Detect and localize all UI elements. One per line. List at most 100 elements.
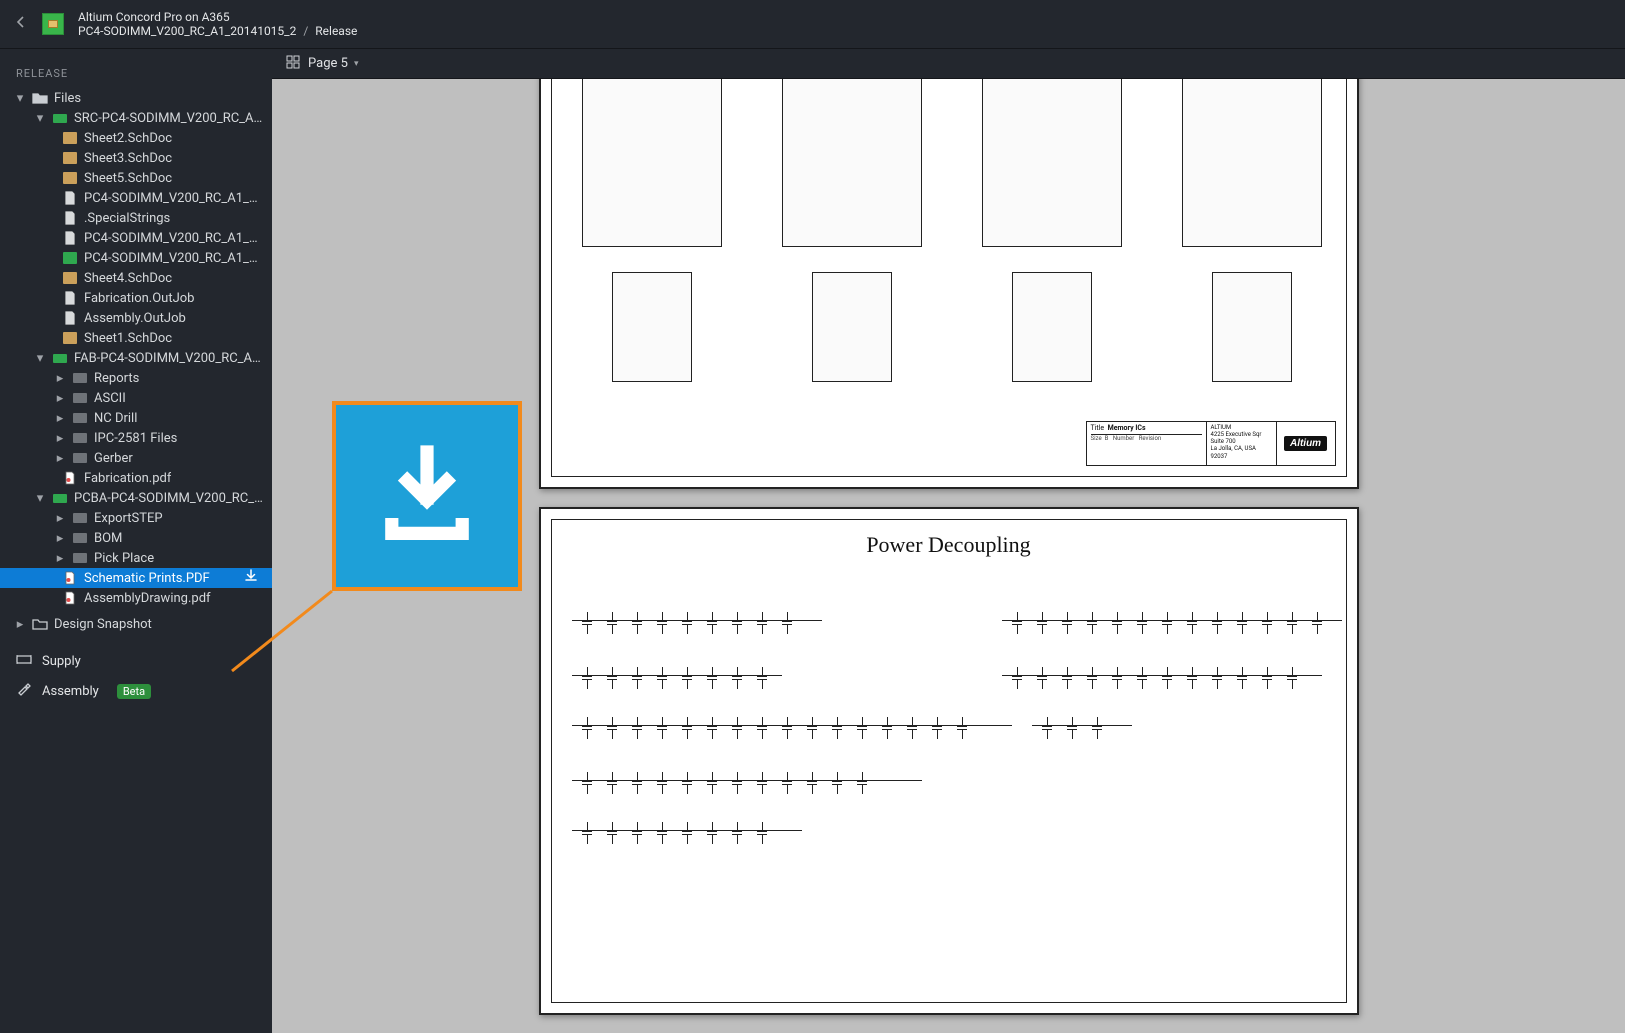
folder-open-icon	[32, 91, 48, 105]
sidebar-item[interactable]: ▸Pick Place	[0, 548, 272, 568]
sidebar-item[interactable]: ▸Gerber	[0, 448, 272, 468]
capacitor-symbol	[607, 822, 617, 844]
capacitor-symbol	[632, 717, 642, 739]
capacitor-symbol	[957, 717, 967, 739]
breadcrumb-page: Release	[315, 24, 357, 38]
chevron-left-icon	[14, 15, 28, 29]
chevron-right-icon: ▸	[54, 371, 66, 386]
nav-assembly[interactable]: Assembly Beta	[0, 676, 272, 706]
sidebar-group[interactable]: ▾ SRC-PC4-SODIMM_V200_RC_A1_201...	[0, 108, 272, 128]
sidebar-item[interactable]: Sheet4.SchDoc	[0, 268, 272, 288]
page-selector[interactable]: Page 5 ▾	[308, 56, 358, 71]
capacitor-symbol	[1012, 667, 1022, 689]
folder-icon	[72, 511, 88, 525]
capacitor-symbol	[1162, 612, 1172, 634]
capacitor-symbol	[1287, 612, 1297, 634]
capacitor-symbol	[732, 667, 742, 689]
capacitor-symbol	[582, 822, 592, 844]
page-grid-icon[interactable]	[286, 55, 300, 73]
pdf-page: Power Decoupling	[539, 507, 1359, 1015]
sidebar-item[interactable]: Assembly.OutJob	[0, 308, 272, 328]
capacitor-symbol	[732, 612, 742, 634]
back-button[interactable]	[14, 15, 28, 33]
assembly-icon	[16, 682, 32, 700]
sidebar-item[interactable]: Fabrication.OutJob	[0, 288, 272, 308]
sidebar-item-selected[interactable]: Schematic Prints.PDF	[0, 568, 272, 588]
sidebar-item[interactable]: Sheet1.SchDoc	[0, 328, 272, 348]
capacitor-symbol	[657, 667, 667, 689]
capacitor-symbol	[782, 772, 792, 794]
capacitor-symbol	[707, 717, 717, 739]
pdf-page: Title Memory ICs Size B Number Revision …	[539, 79, 1359, 489]
sidebar-item[interactable]: ▸IPC-2581 Files	[0, 428, 272, 448]
sidebar-item[interactable]: ▸BOM	[0, 528, 272, 548]
folder-icon	[52, 111, 68, 125]
sidebar-item[interactable]: ▸NC Drill	[0, 408, 272, 428]
sidebar-item[interactable]: .SpecialStrings	[0, 208, 272, 228]
capacitor-symbol	[682, 772, 692, 794]
download-icon	[372, 441, 482, 551]
capacitor-symbol	[1137, 612, 1147, 634]
pdf-icon	[62, 571, 78, 585]
sidebar-group[interactable]: ▾ PCBA-PC4-SODIMM_V200_RC_A1_20...	[0, 488, 272, 508]
app-logo	[42, 13, 64, 35]
capacitor-symbol	[582, 772, 592, 794]
sidebar-item[interactable]: Sheet3.SchDoc	[0, 148, 272, 168]
sidebar: RELEASE ▾ Files ▾ SRC-PC4-SODIMM_V200_RC…	[0, 49, 272, 1033]
capacitor-symbol	[1067, 717, 1077, 739]
capacitor-symbol	[1212, 612, 1222, 634]
schdoc-icon	[62, 151, 78, 165]
file-icon	[62, 311, 78, 325]
capacitor-symbol	[682, 822, 692, 844]
sidebar-root-files[interactable]: ▾ Files	[0, 88, 272, 108]
file-icon	[62, 211, 78, 225]
file-icon	[62, 291, 78, 305]
sidebar-item[interactable]: AssemblyDrawing.pdf	[0, 588, 272, 608]
capacitor-symbol	[657, 822, 667, 844]
capacitor-symbol	[1037, 612, 1047, 634]
capacitor-symbol	[1062, 667, 1072, 689]
capacitor-symbol	[1187, 667, 1197, 689]
sidebar-item[interactable]: PC4-SODIMM_V200_RC_A1_2014...	[0, 188, 272, 208]
capacitor-symbol	[582, 667, 592, 689]
drawing-title: Power Decoupling	[552, 532, 1346, 558]
breadcrumb: PC4-SODIMM_V200_RC_A1_20141015_2 / Relea…	[78, 24, 357, 38]
sidebar-item[interactable]: Sheet5.SchDoc	[0, 168, 272, 188]
sidebar-item[interactable]: PC4-SODIMM_V200_RC_A1_2014...	[0, 228, 272, 248]
breadcrumb-item[interactable]: PC4-SODIMM_V200_RC_A1_20141015_2	[78, 24, 296, 38]
capacitor-symbol	[782, 612, 792, 634]
sidebar-item[interactable]: ▸ASCII	[0, 388, 272, 408]
capacitor-symbol	[582, 612, 592, 634]
capacitor-symbol	[1162, 667, 1172, 689]
sidebar-item[interactable]: PC4-SODIMM_V200_RC_A1_2014...	[0, 248, 272, 268]
nav-supply[interactable]: Supply	[0, 646, 272, 676]
capacitor-symbol	[832, 717, 842, 739]
beta-badge: Beta	[117, 684, 151, 699]
capacitor-symbol	[757, 612, 767, 634]
download-callout	[332, 401, 522, 591]
app-title: Altium Concord Pro on A365	[78, 10, 357, 24]
sidebar-group[interactable]: ▾ FAB-PC4-SODIMM_V200_RC_A1_201...	[0, 348, 272, 368]
folder-icon	[72, 391, 88, 405]
capacitor-symbol	[1042, 717, 1052, 739]
sidebar-item[interactable]: ▸ExportSTEP	[0, 508, 272, 528]
file-icon	[62, 191, 78, 205]
capacitor-symbol	[632, 612, 642, 634]
capacitor-symbol	[1212, 667, 1222, 689]
folder-icon	[72, 551, 88, 565]
capacitor-symbol	[1187, 612, 1197, 634]
sidebar-item[interactable]: ▸Reports	[0, 368, 272, 388]
capacitor-symbol	[607, 612, 617, 634]
capacitor-symbol	[1062, 612, 1072, 634]
capacitor-symbol	[857, 772, 867, 794]
sidebar-design-snapshot[interactable]: ▸ Design Snapshot	[0, 614, 272, 634]
sidebar-item[interactable]: Sheet2.SchDoc	[0, 128, 272, 148]
capacitor-symbol	[882, 717, 892, 739]
capacitor-symbol	[732, 717, 742, 739]
capacitor-symbol	[807, 717, 817, 739]
sidebar-item[interactable]: Fabrication.pdf	[0, 468, 272, 488]
drawing-titleblock: Title Memory ICs Size B Number Revision …	[1086, 421, 1336, 466]
sidebar-section-title: RELEASE	[0, 49, 272, 88]
schdoc-icon	[62, 171, 78, 185]
capacitor-symbol	[632, 667, 642, 689]
